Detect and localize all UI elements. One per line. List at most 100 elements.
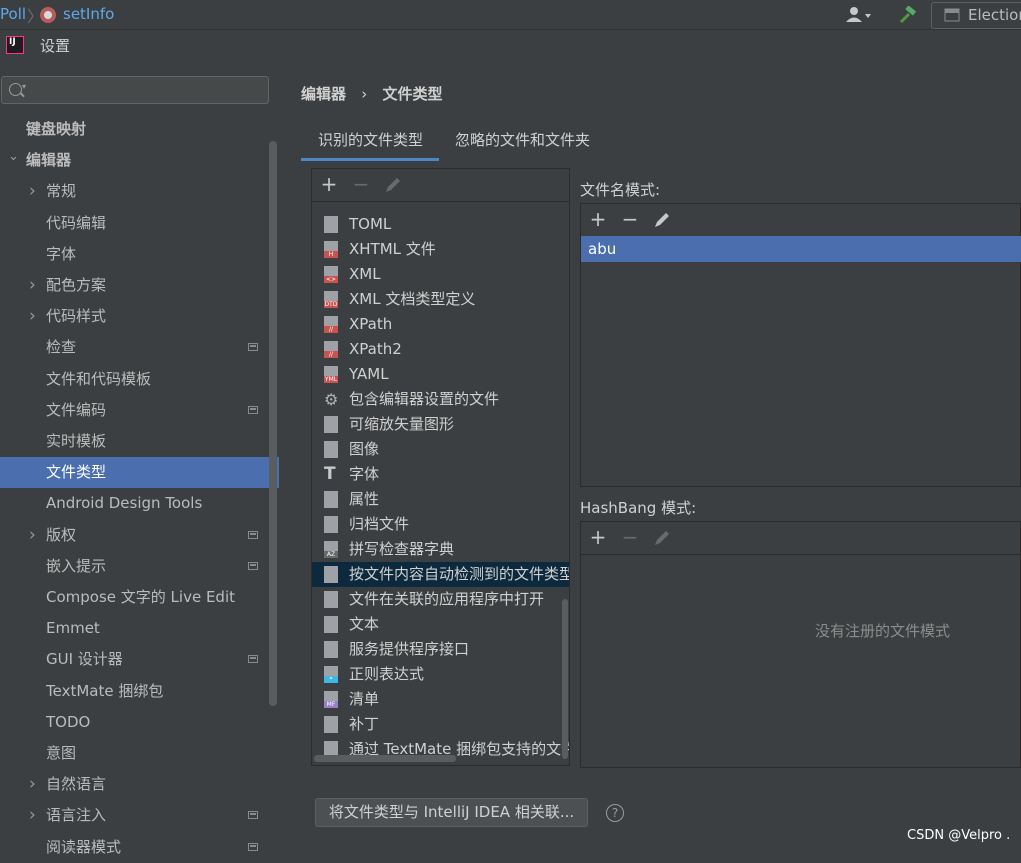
remove-hashbang-icon[interactable]: − bbox=[619, 526, 641, 548]
file-type-icon bbox=[324, 516, 338, 533]
sidebar-item[interactable]: Android Design Tools bbox=[0, 488, 279, 519]
sidebar-item[interactable]: 代码编辑 bbox=[0, 208, 279, 239]
file-type-label: 正则表达式 bbox=[349, 665, 425, 683]
sidebar-item[interactable]: › 配色方案 bbox=[0, 270, 279, 301]
file-type-row[interactable]: * 正则表达式 bbox=[312, 662, 569, 687]
file-type-icon bbox=[324, 641, 338, 658]
sidebar-item[interactable]: 检查 bbox=[0, 332, 279, 363]
sidebar-item[interactable]: 键盘映射 bbox=[0, 114, 279, 145]
sidebar-item[interactable]: 嵌入提示 bbox=[0, 551, 279, 582]
file-type-icon: // bbox=[324, 316, 338, 333]
chevron-down-icon[interactable]: ⌄ bbox=[8, 141, 19, 172]
remove-icon[interactable]: − bbox=[350, 173, 372, 195]
project-scope-icon bbox=[248, 842, 258, 851]
edit-icon[interactable] bbox=[384, 176, 402, 194]
pattern-row[interactable]: abu bbox=[581, 236, 1021, 262]
file-type-label: XML bbox=[349, 265, 381, 283]
file-type-list: + − TOML H XHTML 文件 <> XML DTD XML 文档类型定义 // XPa… bbox=[311, 168, 570, 766]
file-type-row[interactable]: AZ 拼写检查器字典 bbox=[312, 537, 569, 562]
filename-patterns-panel: + − abu bbox=[580, 203, 1021, 487]
file-type-label: XML 文档类型定义 bbox=[349, 290, 476, 308]
list-vertical-scrollbar[interactable] bbox=[562, 599, 568, 759]
add-icon[interactable]: + bbox=[318, 173, 340, 195]
sidebar-item-label: 字体 bbox=[46, 244, 77, 263]
file-type-row[interactable]: 可缩放矢量图形 bbox=[312, 412, 569, 437]
sidebar-item[interactable]: 文件编码 bbox=[0, 395, 279, 426]
sidebar-scrollbar[interactable] bbox=[269, 141, 277, 706]
user-icon[interactable] bbox=[845, 6, 871, 24]
chevron-right-icon[interactable]: › bbox=[29, 176, 36, 207]
sidebar-item[interactable]: ⌄ 编辑器 bbox=[0, 145, 279, 176]
file-type-label: 按文件内容自动检测到的文件类型 bbox=[349, 565, 570, 583]
file-type-row[interactable]: 服务提供程序接口 bbox=[312, 637, 569, 662]
crumb-method[interactable]: setInfo bbox=[63, 5, 114, 23]
sidebar-item[interactable]: 实时模板 bbox=[0, 426, 279, 457]
file-type-row[interactable]: ⚙ 包含编辑器设置的文件 bbox=[312, 387, 569, 412]
sidebar-item[interactable]: 字体 bbox=[0, 239, 279, 270]
file-type-row[interactable]: TOML bbox=[312, 212, 569, 237]
settings-search-input[interactable]: ▾ bbox=[1, 76, 269, 104]
sidebar-item-label: 版权 bbox=[46, 525, 77, 544]
sidebar-item[interactable]: 意图 bbox=[0, 738, 279, 769]
breadcrumb-parent[interactable]: 编辑器 bbox=[301, 85, 346, 103]
list-horizontal-scrollbar[interactable] bbox=[314, 755, 456, 762]
project-scope-icon bbox=[248, 811, 258, 820]
file-type-row[interactable]: MF 清单 bbox=[312, 687, 569, 712]
tab-ignored-files[interactable]: 忽略的文件和文件夹 bbox=[455, 123, 590, 161]
sidebar-item-label: TextMate 捆绑包 bbox=[46, 681, 164, 700]
file-type-icon bbox=[324, 491, 338, 508]
sidebar-item[interactable]: › 语言注入 bbox=[0, 800, 279, 831]
sidebar-item-label: 文件编码 bbox=[46, 400, 107, 419]
sidebar-item-label: TODO bbox=[46, 712, 91, 731]
file-type-row[interactable]: DTD XML 文档类型定义 bbox=[312, 287, 569, 312]
file-type-row[interactable]: 属性 bbox=[312, 487, 569, 512]
remove-pattern-icon[interactable]: − bbox=[619, 208, 641, 230]
add-hashbang-icon[interactable]: + bbox=[587, 526, 609, 548]
file-type-icon: H bbox=[324, 241, 338, 258]
file-type-row[interactable]: 图像 bbox=[312, 437, 569, 462]
hashbang-empty-text: 没有注册的文件模式 bbox=[815, 622, 951, 640]
sidebar-item[interactable]: 文件类型 bbox=[0, 457, 279, 489]
file-type-row[interactable]: 按文件内容自动检测到的文件类型 bbox=[312, 562, 570, 587]
sidebar-item-label: 检查 bbox=[46, 338, 77, 357]
chevron-right-icon[interactable]: › bbox=[29, 301, 36, 332]
sidebar-item[interactable]: Emmet bbox=[0, 613, 279, 644]
sidebar-item[interactable]: › 版权 bbox=[0, 520, 279, 551]
file-type-row[interactable]: // XPath2 bbox=[312, 337, 569, 362]
add-pattern-icon[interactable]: + bbox=[587, 208, 609, 230]
sidebar-item-label: 意图 bbox=[46, 744, 77, 762]
sidebar-item-label: 配色方案 bbox=[46, 276, 107, 294]
sidebar-item[interactable]: Compose 文字的 Live Edit bbox=[0, 582, 279, 613]
associate-file-types-button[interactable]: 将文件类型与 IntelliJ IDEA 相关联... bbox=[315, 798, 588, 827]
file-type-row[interactable]: <> XML bbox=[312, 262, 569, 287]
edit-hashbang-icon[interactable] bbox=[653, 529, 671, 547]
run-config-icon bbox=[944, 8, 960, 22]
file-type-row[interactable]: 归档文件 bbox=[312, 512, 569, 537]
hammer-icon[interactable] bbox=[898, 6, 918, 24]
crumb-project[interactable]: Poll bbox=[0, 5, 26, 23]
sidebar-item[interactable]: › 自然语言 bbox=[0, 769, 279, 800]
file-type-row[interactable]: YML YAML bbox=[312, 362, 569, 387]
chevron-right-icon[interactable]: › bbox=[29, 800, 36, 831]
file-type-row[interactable]: 文本 bbox=[312, 612, 569, 637]
tab-recognized-file-types[interactable]: 识别的文件类型 bbox=[301, 123, 439, 161]
file-type-row[interactable]: 文件在关联的应用程序中打开 bbox=[312, 587, 569, 612]
sidebar-item[interactable]: › 代码样式 bbox=[0, 301, 279, 332]
sidebar-item[interactable]: TextMate 捆绑包 bbox=[0, 676, 279, 707]
chevron-right-icon[interactable]: › bbox=[29, 520, 36, 551]
sidebar-item[interactable]: 文件和代码模板 bbox=[0, 364, 279, 395]
sidebar-item[interactable]: GUI 设计器 bbox=[0, 644, 279, 675]
file-type-row[interactable]: H XHTML 文件 bbox=[312, 237, 569, 262]
file-type-icon: ⚙ bbox=[324, 390, 339, 409]
file-type-row[interactable]: T 字体 bbox=[312, 462, 569, 487]
sidebar-item[interactable]: › 常规 bbox=[0, 176, 279, 207]
chevron-right-icon[interactable]: › bbox=[29, 270, 36, 301]
run-configuration-selector[interactable]: Election bbox=[931, 2, 1021, 29]
sidebar-item[interactable]: 阅读器模式 bbox=[0, 832, 279, 863]
chevron-right-icon[interactable]: › bbox=[29, 769, 36, 800]
file-type-row[interactable]: // XPath bbox=[312, 312, 569, 337]
help-icon[interactable]: ? bbox=[606, 804, 624, 822]
sidebar-item[interactable]: TODO bbox=[0, 707, 279, 738]
file-type-row[interactable]: 补丁 bbox=[312, 712, 569, 737]
edit-pattern-icon[interactable] bbox=[653, 211, 671, 229]
